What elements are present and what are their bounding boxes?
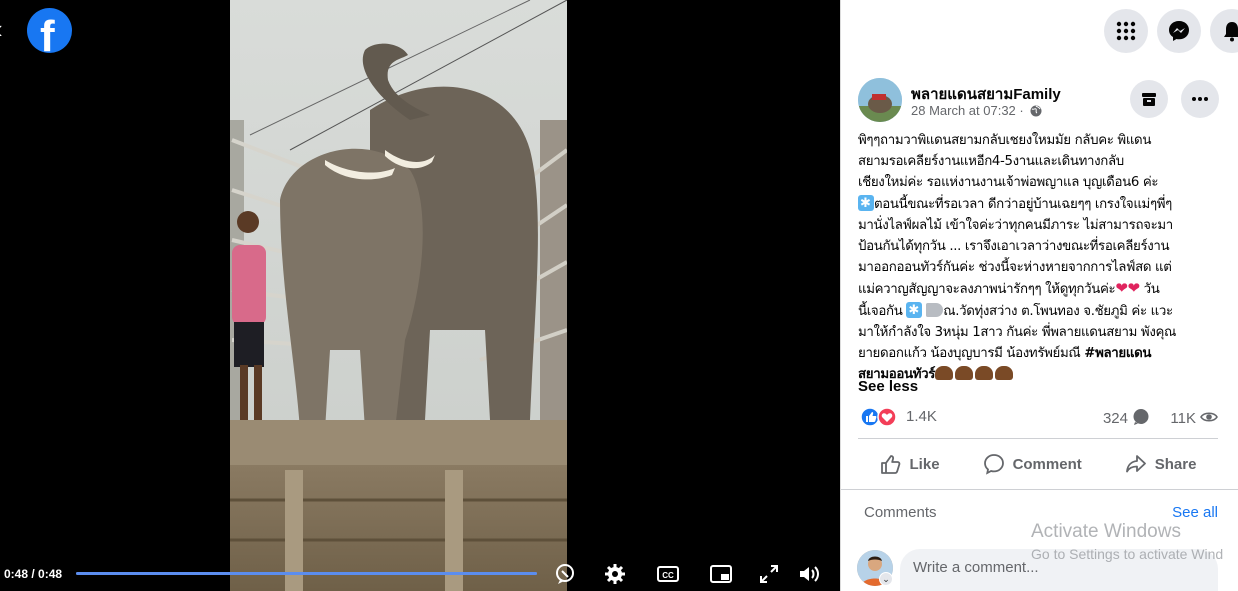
video-still-elephants <box>230 0 567 591</box>
closed-captions-icon[interactable]: CC <box>656 562 680 586</box>
post-line: ยายดอกแก้ว น้องบุญบารมี น้องทรัพย์มณี #พ… <box>858 343 1214 364</box>
reactions-bar: 1.4K 324 11K <box>858 404 1218 428</box>
eye-icon <box>1200 412 1218 422</box>
see-all-link[interactable]: See all <box>1172 504 1218 521</box>
post-panel: พลายแดนสยามFamily 28 March at 07:32 · พิ… <box>840 0 1238 591</box>
elephant-emoji-icon <box>935 366 954 381</box>
messenger-icon[interactable] <box>1157 9 1201 53</box>
comment-icon <box>983 454 1004 475</box>
post-line-text: แม่ควาญสัญญาจะลงภาพน่ารักๆๆ ให้ดูทุกวันค… <box>858 282 1116 298</box>
post-line: มาออกออนทัวร์กันค่ะ ช่วงนี้จะห่างหายจากก… <box>858 260 1172 276</box>
progress-bar[interactable] <box>76 572 537 575</box>
post-line: มาให้กำลังใจ 3หนุ่ม 1สาว กันค่ะ พี่พลายแ… <box>858 324 1176 340</box>
activation-watermark-subtitle: Go to Settings to activate Wind <box>1031 546 1224 562</box>
post-actions: Like Comment Share <box>858 445 1218 483</box>
view-count: 11K <box>1170 408 1218 427</box>
divider <box>858 438 1218 439</box>
hashtag-link[interactable]: #พลายแดน <box>1084 346 1151 361</box>
post-line: นี้เจอกัน ณ.วัดทุ่งสว่าง ต.โพนทอง จ.ชัยภ… <box>858 300 1214 322</box>
post-line-text: นี้เจอกัน <box>858 303 903 319</box>
share-button[interactable]: Share <box>1117 445 1205 483</box>
elephant-emoji-icon <box>975 366 994 381</box>
post-time[interactable]: 28 March at 07:32 · <box>911 103 1042 118</box>
close-video-button[interactable]: ‹ <box>0 14 16 44</box>
comment-label: Comment <box>1012 455 1082 473</box>
page-avatar[interactable] <box>858 78 902 122</box>
archive-icon <box>1142 93 1156 106</box>
comment-bubble-icon <box>1133 409 1149 425</box>
comment-button[interactable]: Comment <box>975 445 1090 483</box>
chat-bubble-icon[interactable] <box>553 562 577 586</box>
thumbs-up-icon <box>880 455 900 474</box>
post-body: พิๆๆถามวาพิแดนสยามกลับเชยงใหมมัย กลับคะ … <box>858 130 1214 385</box>
post-line-text: ยายดอกแก้ว น้องบุญบารมี น้องทรัพย์มณี <box>858 346 1081 362</box>
post-line: เชียงใหม่ค่ะ รอแห่งานงานเจ้าพ่อพญาแล บุญ… <box>858 175 1159 191</box>
elephant-emoji-icon <box>995 366 1014 381</box>
save-post-button[interactable] <box>1130 80 1168 118</box>
like-button[interactable]: Like <box>872 445 948 483</box>
elephant-emoji-icon <box>955 366 974 381</box>
chevron-down-icon[interactable]: ⌄ <box>879 572 893 586</box>
megaphone-emoji-icon <box>926 302 944 317</box>
share-icon <box>1125 455 1146 473</box>
divider <box>841 489 1238 490</box>
volume-icon[interactable] <box>797 562 821 586</box>
globe-icon <box>1030 105 1042 117</box>
snowflake-emoji-icon <box>858 193 874 214</box>
notifications-bell-icon[interactable] <box>1210 9 1238 53</box>
post-header: พลายแดนสยามFamily 28 March at 07:32 · <box>858 78 1228 128</box>
video-player[interactable]: ‹ f <box>0 0 840 591</box>
post-line: สยามรอเคลียร์งานแหอีก4-5งานและเดินทางกลั… <box>858 154 1124 170</box>
gear-icon[interactable] <box>603 562 627 586</box>
post-line-text: ณ.วัดทุ่งสว่าง ต.โพนทอง จ.ชัยภูมิ ค่ะ แว… <box>943 303 1173 319</box>
reaction-icons[interactable] <box>860 407 898 427</box>
video-frame[interactable] <box>230 0 567 591</box>
video-time: 0:48 / 0:48 <box>4 567 63 581</box>
cc-label: CC <box>662 571 674 580</box>
comment-count-text: 324 <box>1102 410 1128 427</box>
facebook-logo-letter: f <box>40 12 55 53</box>
heart-emoji-icon: ❤❤ <box>1115 279 1140 298</box>
see-less-link[interactable]: See less <box>858 378 918 395</box>
apps-grid-icon[interactable] <box>1104 9 1148 53</box>
facebook-logo[interactable]: f <box>27 8 72 53</box>
picture-in-picture-icon[interactable] <box>709 562 733 586</box>
fullscreen-icon[interactable] <box>757 562 781 586</box>
progress-fill <box>76 572 537 575</box>
post-line: ตอนนี้ขณะที่รอเวลา ดีกว่าอยู่บ้านเฉยๆๆ เ… <box>858 193 1214 215</box>
like-label: Like <box>909 455 940 473</box>
comment-count[interactable]: 324 <box>1103 408 1150 427</box>
snowflake-emoji-icon <box>906 300 923 321</box>
post-line: ป้อนกันได้ทุกวัน ... เราจึงเอาเวลาว่างขณ… <box>858 239 1170 255</box>
view-count-text: 11K <box>1170 410 1196 427</box>
comments-heading: Comments <box>864 504 937 521</box>
post-line-text: ตอนนี้ขณะที่รอเวลา ดีกว่าอยู่บ้านเฉยๆๆ เ… <box>874 196 1172 212</box>
post-line: พิๆๆถามวาพิแดนสยามกลับเชยงใหมมัย กลับคะ … <box>858 133 1152 148</box>
activation-watermark-title: Activate Windows <box>1031 521 1181 542</box>
post-time-text: 28 March at 07:32 · <box>911 103 1024 118</box>
post-line: แม่ควาญสัญญาจะลงภาพน่ารักๆๆ ให้ดูทุกวันค… <box>858 278 1214 300</box>
post-line: มานั่งไลฟ์ผลไม้ เข้าใจค่ะว่าทุกคนมีภาระ … <box>858 217 1173 233</box>
more-dots-icon <box>1192 97 1208 101</box>
more-options-button[interactable] <box>1181 80 1219 118</box>
reaction-count[interactable]: 1.4K <box>906 408 937 425</box>
post-line-text: วัน <box>1139 282 1160 298</box>
share-label: Share <box>1154 455 1197 473</box>
